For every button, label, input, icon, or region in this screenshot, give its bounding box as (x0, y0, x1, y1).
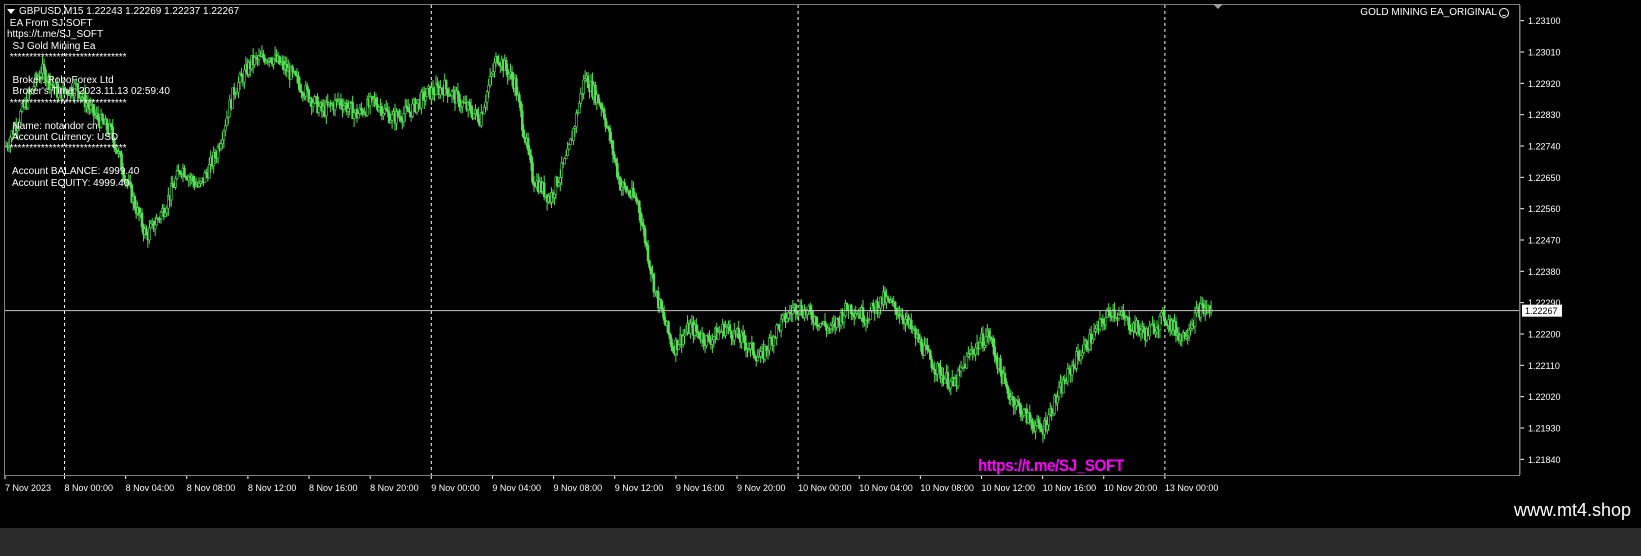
price-tick-label: 1.22020 (1528, 392, 1561, 402)
symbol-quote: GBPUSD,M15 1.22243 1.22269 1.22237 1.222… (19, 6, 240, 17)
ea-name-text: GOLD MINING EA_ORIGINAL (1360, 7, 1497, 18)
info-line: ****************************** (7, 52, 127, 64)
time-tick-label: 9 Nov 04:00 (492, 483, 541, 493)
time-tick-label: 10 Nov 20:00 (1104, 483, 1158, 493)
time-tick-label: 8 Nov 00:00 (65, 483, 114, 493)
chart-window[interactable]: 1.23100 1.23010 1.22920 1.22830 1.22740 1.226… (0, 0, 1641, 502)
chart-shift-marker-icon[interactable] (1213, 4, 1223, 9)
info-line: https://t.me/SJ_SOFT (7, 29, 104, 41)
info-line: Name: notandor cn (7, 120, 98, 132)
info-line: Broker: RoboForex Ltd (7, 75, 114, 86)
time-tick-label: 8 Nov 04:00 (126, 483, 175, 493)
price-tick-label: 1.21840 (1528, 455, 1561, 465)
info-line: Broker's Time: 2023.11.13 02:59:40 (7, 86, 170, 98)
time-tick-label: 10 Nov 16:00 (1043, 483, 1097, 493)
info-line: Account Currency: USD (7, 132, 119, 143)
price-tick-label: 1.22110 (1528, 361, 1560, 371)
time-tick-label: 9 Nov 08:00 (554, 483, 603, 493)
footer-top-band (0, 502, 1641, 528)
price-tick-label: 1.22380 (1528, 267, 1561, 277)
info-line: ****************************** (7, 143, 127, 155)
watermark: www.mt4.shop (1513, 500, 1631, 520)
price-tick-label: 1.23010 (1528, 48, 1561, 58)
time-tick-label: 9 Nov 12:00 (615, 483, 664, 493)
time-tick-label: 8 Nov 08:00 (187, 483, 236, 493)
price-tick-label: 1.22650 (1528, 173, 1561, 183)
plot-frame (4, 4, 1520, 476)
time-tick-label: 8 Nov 16:00 (309, 483, 358, 493)
footer-bar (0, 502, 1641, 556)
time-tick-label: 9 Nov 00:00 (431, 483, 480, 493)
smiley-icon[interactable] (1499, 7, 1509, 18)
price-tick-label: 1.22200 (1528, 330, 1561, 340)
time-tick-label: 9 Nov 16:00 (676, 483, 725, 493)
telegram-link-overlay: https://t.me/SJ_SOFT (978, 456, 1124, 475)
price-tick-label: 1.22470 (1528, 236, 1561, 246)
time-tick-label: 10 Nov 04:00 (859, 483, 913, 493)
price-tick-label: 1.22740 (1528, 142, 1561, 152)
current-price-label: 1.22267 (1525, 306, 1558, 316)
price-tick-label: 1.22830 (1528, 110, 1561, 120)
info-line: Account EQUITY: 4999.40 (7, 177, 130, 189)
price-tick-label: 1.21930 (1528, 424, 1561, 434)
time-tick-label: 8 Nov 12:00 (248, 483, 297, 493)
time-tick-label: 10 Nov 12:00 (981, 483, 1035, 493)
time-tick-label: 9 Nov 20:00 (737, 483, 786, 493)
time-tick-label: 8 Nov 20:00 (370, 483, 419, 493)
time-tick-label: 10 Nov 00:00 (798, 483, 852, 493)
price-tick-label: 1.22560 (1528, 204, 1561, 214)
info-line: Account BALANCE: 4999.40 (7, 166, 140, 178)
dropdown-triangle-icon[interactable] (7, 9, 15, 14)
symbol-header: GBPUSD,M15 1.22243 1.22269 1.22237 1.222… (7, 6, 239, 17)
info-line: EA From SJ SOFT (7, 18, 93, 29)
time-tick-label: 13 Nov 00:00 (1165, 483, 1219, 493)
time-tick-label: 10 Nov 08:00 (920, 483, 974, 493)
price-tick-label: 1.23100 (1528, 16, 1561, 26)
ea-name-label: GOLD MINING EA_ORIGINAL (1360, 7, 1509, 18)
time-tick-label: 7 Nov 2023 (5, 483, 51, 493)
info-line: SJ Gold Mining Ea (7, 40, 96, 52)
info-line: ****************************** (7, 97, 127, 109)
price-tick-label: 1.22920 (1528, 79, 1561, 89)
